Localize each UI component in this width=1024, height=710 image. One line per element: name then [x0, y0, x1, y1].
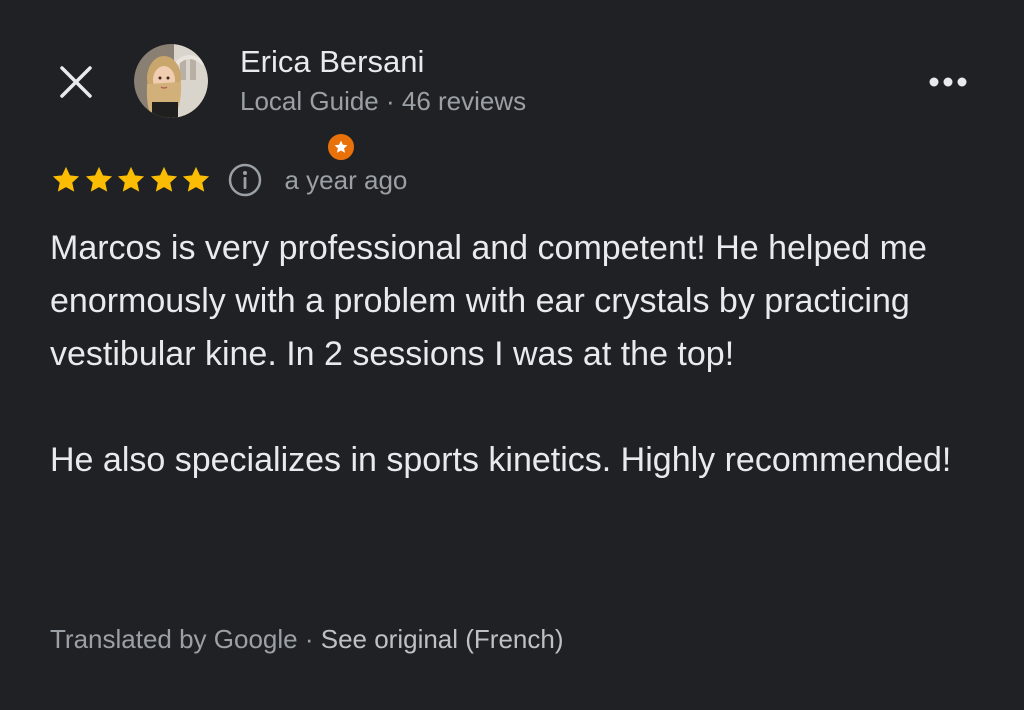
- more-options-button[interactable]: [926, 68, 970, 96]
- avatar[interactable]: [134, 44, 356, 162]
- star-icon: [150, 166, 177, 192]
- author-review-count: 46 reviews: [401, 86, 527, 116]
- info-icon[interactable]: [227, 162, 263, 198]
- translated-by-label: Translated by Google: [50, 624, 298, 654]
- star-rating: [50, 164, 213, 196]
- close-icon: [60, 66, 92, 98]
- star-icon: [52, 166, 80, 192]
- more-horizontal-icon: [929, 77, 967, 87]
- review-paragraph: Marcos is very professional and competen…: [50, 229, 927, 373]
- rating-row: a year ago: [50, 160, 407, 200]
- author-role: Local Guide: [240, 86, 379, 116]
- author-meta: Local Guide · 46 reviews: [240, 86, 526, 117]
- star-icon: [117, 166, 145, 192]
- profile-photo: [134, 44, 208, 118]
- meta-separator: ·: [378, 86, 402, 116]
- author-name[interactable]: Erica Bersani: [240, 44, 424, 80]
- translation-separator: ·: [297, 624, 321, 654]
- translation-row: Translated by Google · See original (Fre…: [50, 624, 564, 655]
- review-body: Marcos is very professional and competen…: [50, 222, 990, 487]
- see-original-link[interactable]: See original (French): [321, 624, 564, 654]
- star-icon: [182, 166, 210, 192]
- review-time: a year ago: [284, 164, 408, 195]
- star-icon: [85, 166, 112, 192]
- review-paragraph: He also specializes in sports kinetics. …: [50, 441, 952, 479]
- local-guide-star-icon: [334, 140, 348, 153]
- close-button[interactable]: [56, 62, 96, 102]
- local-guide-badge: [326, 132, 356, 162]
